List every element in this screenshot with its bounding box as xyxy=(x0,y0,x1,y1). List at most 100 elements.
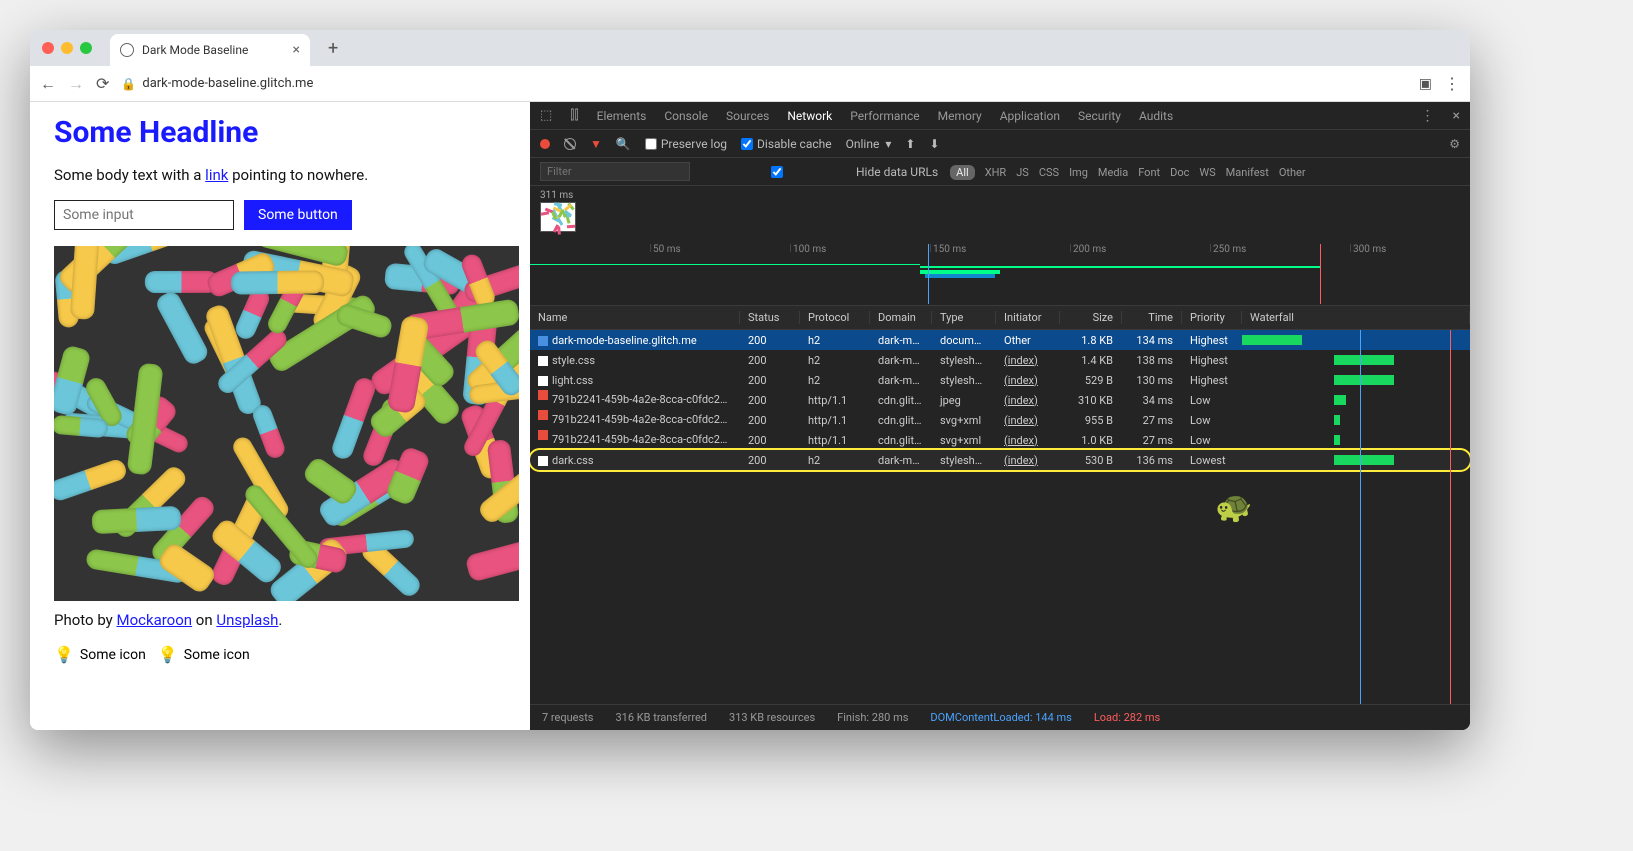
some-input[interactable] xyxy=(54,200,234,230)
globe-icon xyxy=(120,43,134,57)
page-headline: Some Headline xyxy=(54,115,506,150)
preserve-log-checkbox[interactable]: Preserve log xyxy=(645,137,727,151)
devtools-close-button[interactable]: × xyxy=(1453,108,1460,124)
status-finish: Finish: 280 ms xyxy=(837,711,908,724)
forward-button[interactable]: → xyxy=(68,74,84,94)
devtools-tab-application[interactable]: Application xyxy=(1000,109,1060,123)
devtools-tab-console[interactable]: Console xyxy=(664,109,708,123)
col-time[interactable]: Time xyxy=(1122,311,1182,324)
network-row[interactable]: style.css200h2dark-mo…stylesheet(index)1… xyxy=(530,350,1470,370)
devtools-tab-elements[interactable]: Elements xyxy=(597,109,647,123)
filter-type-css[interactable]: CSS xyxy=(1039,166,1059,179)
devtools-tab-security[interactable]: Security xyxy=(1078,109,1121,123)
browser-tab[interactable]: Dark Mode Baseline × xyxy=(110,34,310,66)
device-icon[interactable]: ⫿⫿ xyxy=(570,108,578,123)
col-protocol[interactable]: Protocol xyxy=(800,311,870,324)
lock-icon: 🔒 xyxy=(121,77,136,91)
some-button[interactable]: Some button xyxy=(244,200,352,230)
timeline-tick: 100 ms xyxy=(790,244,826,252)
disable-cache-checkbox[interactable]: Disable cache xyxy=(741,137,832,151)
reload-button[interactable]: ⟳ xyxy=(96,74,109,93)
inspect-icon[interactable]: ⬚ xyxy=(540,108,552,123)
network-table-header: Name Status Protocol Domain Type Initiat… xyxy=(530,306,1470,330)
credit-author-link[interactable]: Mockaroon xyxy=(116,611,192,629)
hero-image xyxy=(54,246,519,601)
form-row: Some button xyxy=(54,200,506,230)
timeline-tick: 300 ms xyxy=(1350,244,1386,252)
col-waterfall[interactable]: Waterfall xyxy=(1242,311,1470,324)
network-toolbar: ▼ 🔍 Preserve log Disable cache Online▾ ⬆… xyxy=(530,130,1470,158)
extensions-icon[interactable]: ▣ xyxy=(1419,76,1432,92)
devtools-tab-memory[interactable]: Memory xyxy=(938,109,982,123)
minimize-window-button[interactable] xyxy=(61,42,73,54)
download-icon[interactable]: ⬇ xyxy=(929,137,939,151)
body-link[interactable]: link xyxy=(205,166,228,184)
network-row[interactable]: 791b2241-459b-4a2e-8cca-c0fdc2…200http/1… xyxy=(530,410,1470,430)
filter-type-other[interactable]: Other xyxy=(1279,166,1306,179)
network-row[interactable]: dark-mode-baseline.glitch.me200h2dark-mo… xyxy=(530,330,1470,350)
icon-label-2: Some icon xyxy=(184,647,250,663)
filter-type-ws[interactable]: WS xyxy=(1199,166,1215,179)
throttle-select[interactable]: Online▾ xyxy=(846,137,892,151)
devtools-tab-audits[interactable]: Audits xyxy=(1139,109,1173,123)
filter-type-media[interactable]: Media xyxy=(1098,166,1128,179)
status-load: Load: 282 ms xyxy=(1094,711,1160,724)
filter-type-manifest[interactable]: Manifest xyxy=(1226,166,1269,179)
col-priority[interactable]: Priority xyxy=(1182,311,1242,324)
search-icon[interactable]: 🔍 xyxy=(616,137,631,151)
url-text: dark-mode-baseline.glitch.me xyxy=(142,76,313,91)
credit-site-link[interactable]: Unsplash xyxy=(216,611,278,629)
network-row[interactable]: light.css200h2dark-mo…stylesheet(index)5… xyxy=(530,370,1470,390)
address-bar: ← → ⟳ 🔒 dark-mode-baseline.glitch.me ▣ ⋮ xyxy=(30,66,1470,102)
network-overview[interactable]: 311 ms 50 ms100 ms150 ms200 ms250 ms300 … xyxy=(530,186,1470,306)
close-window-button[interactable] xyxy=(42,42,54,54)
close-tab-button[interactable]: × xyxy=(293,42,300,58)
filter-input[interactable] xyxy=(540,162,690,181)
browser-menu-button[interactable]: ⋮ xyxy=(1444,74,1460,93)
timeline-tick: 200 ms xyxy=(1070,244,1106,252)
body-text: Some body text with a link pointing to n… xyxy=(54,166,506,184)
timeline-tick: 250 ms xyxy=(1210,244,1246,252)
browser-window: Dark Mode Baseline × + ← → ⟳ 🔒 dark-mode… xyxy=(30,30,1470,730)
icons-row: 💡 Some icon 💡 Some icon xyxy=(54,645,506,664)
col-domain[interactable]: Domain xyxy=(870,311,932,324)
tab-title: Dark Mode Baseline xyxy=(142,43,248,57)
back-button[interactable]: ← xyxy=(40,74,56,94)
devtools-tab-network[interactable]: Network xyxy=(787,109,832,123)
filter-type-all[interactable]: All xyxy=(950,165,975,180)
filter-toggle-icon[interactable]: ▼ xyxy=(590,137,602,151)
network-row[interactable]: dark.css200h2dark-mo…stylesheet(index)53… xyxy=(530,450,1470,470)
window-controls xyxy=(42,42,92,54)
network-row[interactable]: 791b2241-459b-4a2e-8cca-c0fdc2…200http/1… xyxy=(530,390,1470,410)
filter-type-doc[interactable]: Doc xyxy=(1170,166,1189,179)
settings-icon[interactable]: ⚙ xyxy=(1449,137,1460,151)
timeline: 50 ms100 ms150 ms200 ms250 ms300 ms xyxy=(530,244,1470,304)
filter-type-font[interactable]: Font xyxy=(1138,166,1160,179)
clear-button[interactable] xyxy=(564,138,576,150)
status-transferred: 316 KB transferred xyxy=(615,711,707,724)
screenshot-thumbnail xyxy=(540,202,576,232)
content-area: Some Headline Some body text with a link… xyxy=(30,102,1470,730)
maximize-window-button[interactable] xyxy=(80,42,92,54)
chevron-down-icon: ▾ xyxy=(885,137,891,151)
col-status[interactable]: Status xyxy=(740,311,800,324)
url-display[interactable]: 🔒 dark-mode-baseline.glitch.me xyxy=(121,76,1406,91)
filter-type-img[interactable]: Img xyxy=(1069,166,1088,179)
filter-type-js[interactable]: JS xyxy=(1016,166,1029,179)
filter-type-xhr[interactable]: XHR xyxy=(985,166,1007,179)
devtools-menu-button[interactable]: ⋮ xyxy=(1421,108,1435,124)
status-bar: 7 requests 316 KB transferred 313 KB res… xyxy=(530,704,1470,730)
col-size[interactable]: Size xyxy=(1060,311,1122,324)
devtools-tab-performance[interactable]: Performance xyxy=(850,109,919,123)
filter-bar: Hide data URLs All XHR JS CSS Img Media Font Do… xyxy=(530,158,1470,186)
network-table-body: dark-mode-baseline.glitch.me200h2dark-mo… xyxy=(530,330,1470,704)
record-button[interactable] xyxy=(540,139,550,149)
col-initiator[interactable]: Initiator xyxy=(996,311,1060,324)
network-row[interactable]: 791b2241-459b-4a2e-8cca-c0fdc2…200http/1… xyxy=(530,430,1470,450)
devtools-tab-sources[interactable]: Sources xyxy=(726,109,769,123)
col-type[interactable]: Type xyxy=(932,311,996,324)
hide-data-urls-checkbox[interactable]: Hide data URLs xyxy=(702,165,938,179)
new-tab-button[interactable]: + xyxy=(328,38,338,59)
col-name[interactable]: Name xyxy=(530,311,740,324)
upload-icon[interactable]: ⬆ xyxy=(905,137,915,151)
